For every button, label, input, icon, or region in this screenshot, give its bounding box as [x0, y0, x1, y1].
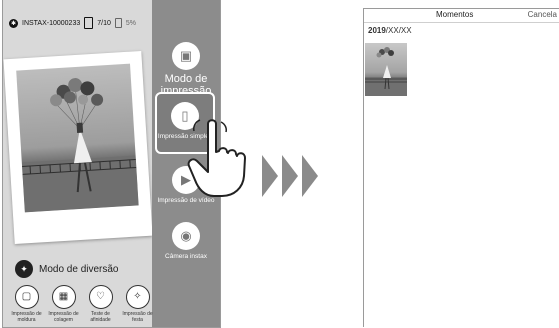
fun-mode-icon: ✦: [15, 260, 33, 278]
camera-icon: ◉: [172, 222, 200, 250]
moments-header: Momentos Cancela: [364, 9, 559, 23]
battery-level: 5%: [126, 20, 136, 27]
instax-camera-label: Câmera instax: [156, 253, 216, 261]
photo-image: [16, 64, 138, 213]
cancel-button[interactable]: Cancela: [528, 10, 557, 19]
film-counter-icon: [84, 17, 93, 29]
tapping-hand-icon: [186, 118, 250, 198]
frame-print-icon: ▢: [15, 285, 39, 309]
collage-print-icon: ▦: [52, 285, 76, 309]
battery-icon: [115, 18, 122, 28]
video-print-label: Impressão de vídeo: [156, 197, 216, 205]
fun-mode-options: ▢ Impressão de moldura ▦ Impressão de co…: [9, 285, 155, 323]
moments-screen: Momentos Cancela 2019/XX/XX: [363, 8, 559, 327]
affinity-test-button[interactable]: ♡ Teste de afinidade: [83, 285, 118, 323]
frame-print-label: Impressão de moldura: [9, 311, 44, 323]
affinity-test-icon: ♡: [89, 285, 113, 309]
status-bar: ✱ INSTAX-10000233 7/10 5%: [9, 16, 136, 30]
prints-left: 7/10: [97, 20, 111, 27]
collage-print-button[interactable]: ▦ Impressão de colagem: [46, 285, 81, 323]
print-mode-icon: ▣: [172, 42, 200, 70]
print-preview-frame: [3, 51, 152, 244]
print-mode-button[interactable]: ▣ Modo de impressão: [156, 42, 216, 97]
party-print-label: Impressão de festa: [120, 311, 155, 323]
bluetooth-icon: ✱: [9, 19, 18, 28]
date-year: 2019: [368, 26, 386, 35]
fun-mode-title: Modo de diversão: [39, 264, 119, 275]
date-group-label: 2019/XX/XX: [368, 26, 559, 35]
instax-camera-button[interactable]: ◉ Câmera instax: [156, 222, 216, 261]
date-rest: /XX/XX: [386, 26, 412, 35]
photo-thumbnail[interactable]: [365, 43, 407, 96]
page-title: Momentos: [436, 10, 473, 19]
party-print-button[interactable]: ✧ Impressão de festa: [120, 285, 155, 323]
frame-print-button[interactable]: ▢ Impressão de moldura: [9, 285, 44, 323]
party-print-icon: ✧: [126, 285, 150, 309]
device-name: INSTAX-10000233: [22, 20, 80, 27]
fun-mode-header: ✦ Modo de diversão: [15, 260, 119, 278]
affinity-test-label: Teste de afinidade: [83, 311, 118, 323]
collage-print-label: Impressão de colagem: [46, 311, 81, 323]
next-step-arrows-icon: [262, 155, 320, 197]
